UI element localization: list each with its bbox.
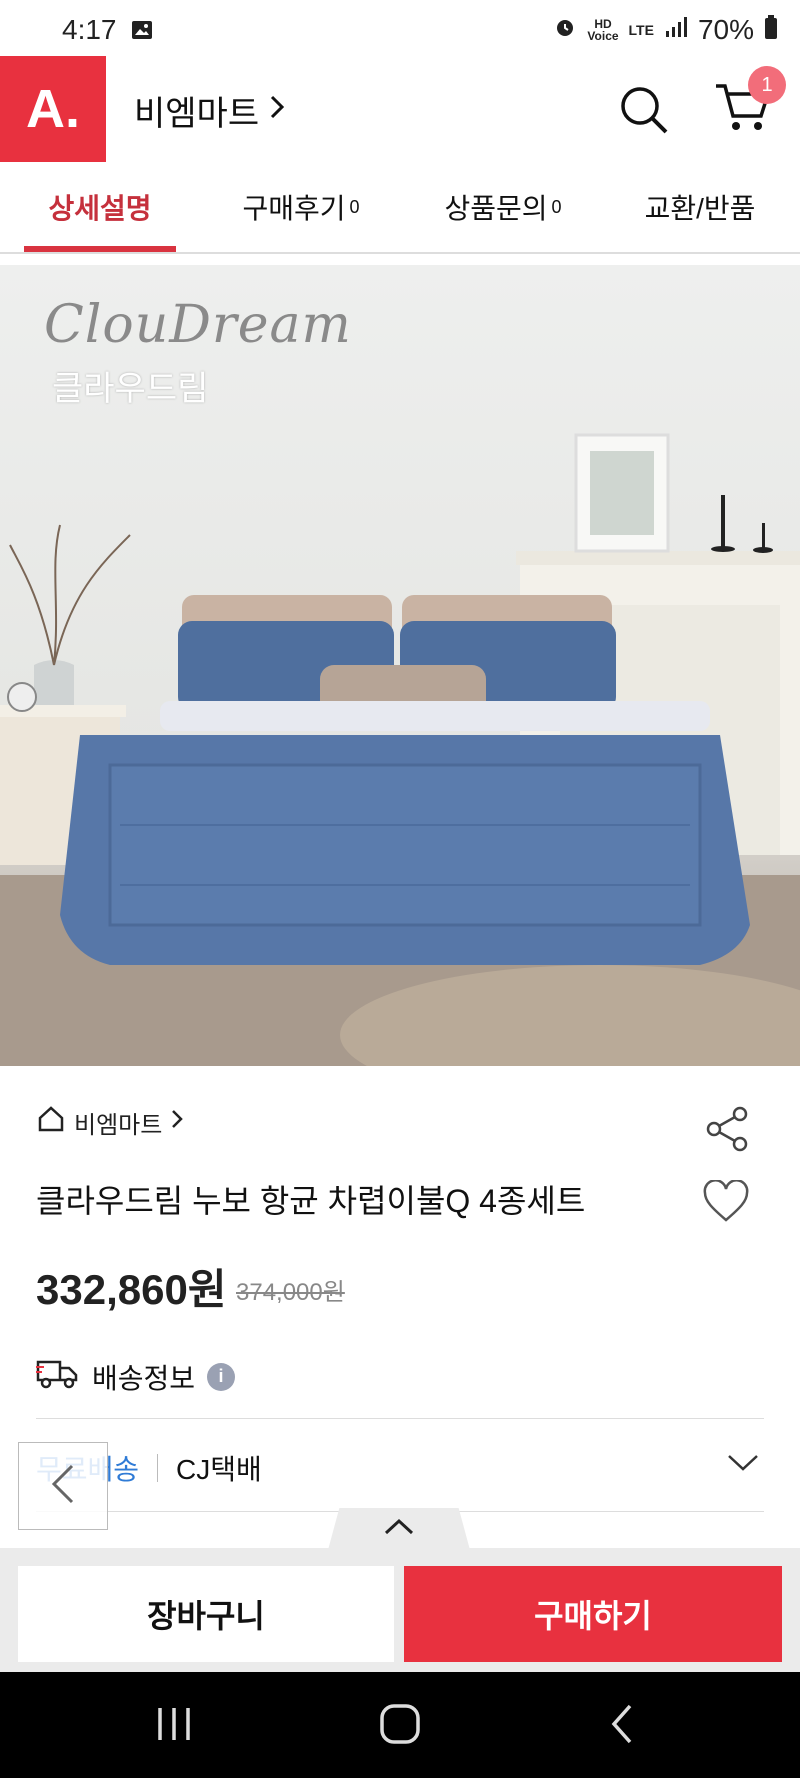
- sale-price: 332,860원: [36, 1266, 227, 1313]
- home-icon: [36, 1104, 66, 1141]
- store-logo[interactable]: A.: [0, 56, 106, 162]
- separator: [157, 1454, 159, 1482]
- tab-label: 상품문의: [444, 193, 548, 224]
- store-title-link[interactable]: 비엠마트: [134, 86, 287, 135]
- shipping-info-header[interactable]: 배송정보 i: [36, 1356, 236, 1397]
- alarm-icon: [553, 14, 577, 46]
- product-tabs: 상세설명 구매후기 0 상품문의 0 교환/반품: [0, 162, 800, 254]
- store-breadcrumb[interactable]: 비엠마트: [36, 1104, 184, 1141]
- carrier-name: CJ택배: [176, 1454, 262, 1485]
- recent-apps-icon[interactable]: [154, 1702, 194, 1751]
- tab-label: 구매후기: [242, 193, 346, 224]
- chevron-down-icon[interactable]: [726, 1452, 760, 1479]
- lte-icon: LTE: [628, 22, 654, 38]
- buy-now-button[interactable]: 구매하기: [404, 1566, 782, 1662]
- tab-count: 0: [551, 196, 562, 217]
- back-button[interactable]: [18, 1442, 108, 1530]
- share-icon[interactable]: [704, 1106, 750, 1157]
- cart-count-badge: 1: [748, 66, 786, 104]
- chevron-left-icon: [48, 1462, 78, 1511]
- tab-count: 0: [349, 196, 360, 217]
- brand-logo-script: ClouDream: [44, 295, 352, 355]
- tab-returns[interactable]: 교환/반품: [620, 162, 780, 252]
- chevron-up-icon: [383, 1517, 415, 1542]
- signal-icon: [664, 14, 688, 46]
- original-price: 374,000원: [236, 1279, 345, 1306]
- info-icon[interactable]: i: [207, 1362, 236, 1391]
- tab-inquiries[interactable]: 상품문의 0: [418, 162, 588, 252]
- shipping-label: 배송정보: [92, 1362, 196, 1394]
- battery-icon: [764, 14, 778, 46]
- brand-logo-korean: 클라우드림: [52, 370, 209, 408]
- collapse-handle[interactable]: [328, 1508, 470, 1550]
- tab-detail[interactable]: 상세설명: [24, 162, 176, 252]
- hd-voice-icon: HD Voice: [587, 17, 619, 43]
- chevron-right-icon: [267, 91, 287, 130]
- gallery-icon: [130, 18, 154, 47]
- breadcrumb-store-name: 비엠마트: [74, 1112, 163, 1139]
- product-title: 클라우드림 누보 항균 차렵이불Q 4종세트: [36, 1183, 586, 1219]
- tab-label: 교환/반품: [644, 193, 756, 224]
- system-nav-bar: [0, 1672, 800, 1778]
- add-to-cart-button[interactable]: 장바구니: [18, 1566, 394, 1662]
- home-button-icon[interactable]: [376, 1702, 424, 1751]
- divider: [36, 1418, 764, 1419]
- back-nav-icon[interactable]: [608, 1702, 638, 1751]
- product-image[interactable]: ClouDream 클라우드림: [0, 265, 800, 1066]
- battery-level: 70%: [697, 14, 754, 45]
- heart-icon[interactable]: [702, 1179, 750, 1229]
- tab-reviews[interactable]: 구매후기 0: [216, 162, 386, 252]
- status-bar: 4:17 HD Voice LTE 70%: [0, 0, 800, 56]
- tab-label: 상세설명: [48, 193, 152, 224]
- status-time: 4:17: [62, 14, 117, 45]
- active-tab-indicator: [24, 246, 176, 252]
- store-title-text: 비엠마트: [134, 95, 260, 133]
- delivery-truck-icon: [36, 1356, 80, 1397]
- search-icon[interactable]: [616, 82, 672, 143]
- app-header: A. 비엠마트 1: [0, 56, 800, 163]
- chevron-right-icon: [170, 1108, 184, 1137]
